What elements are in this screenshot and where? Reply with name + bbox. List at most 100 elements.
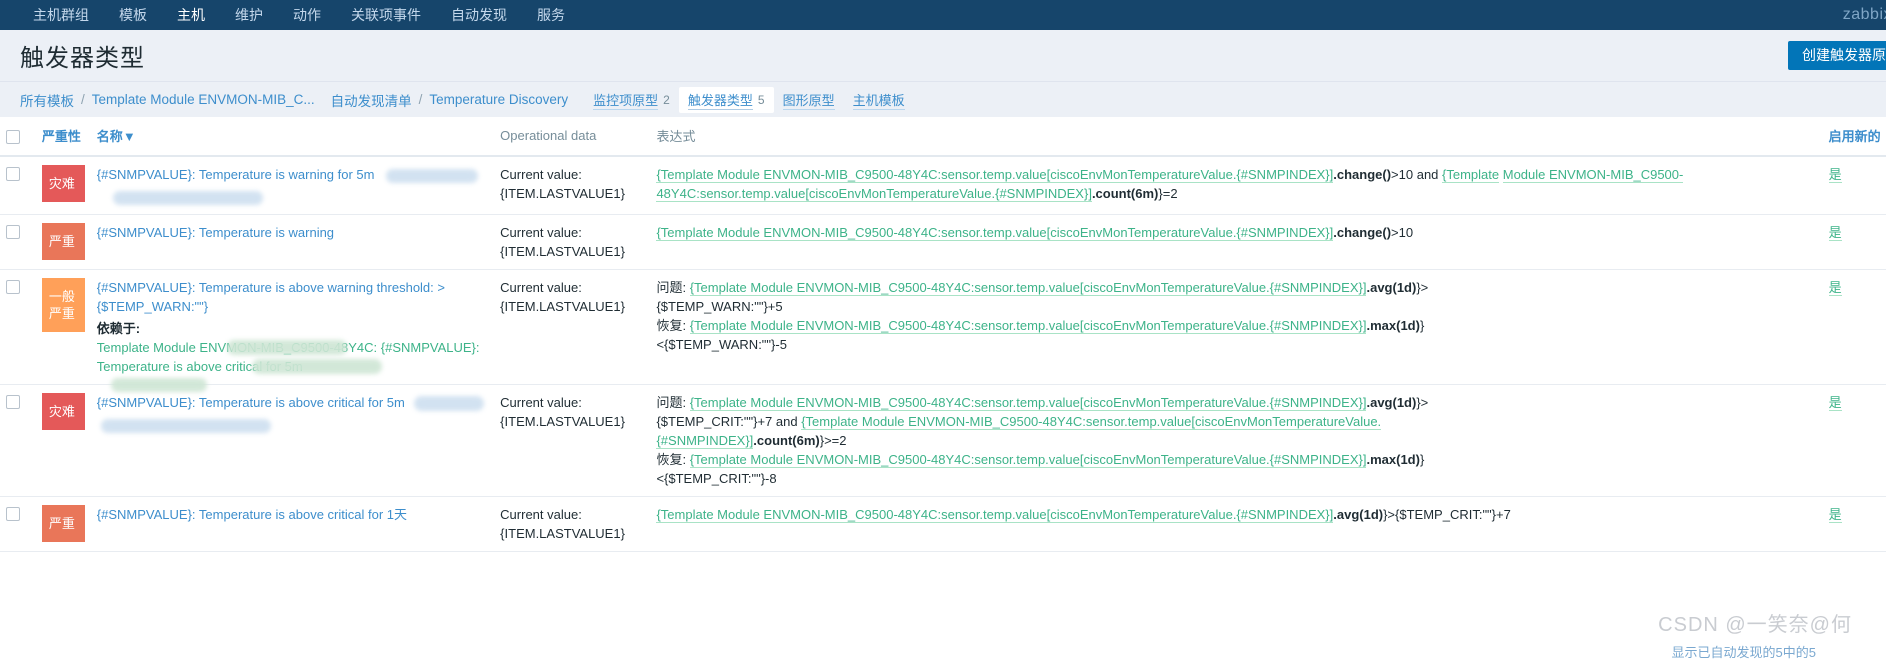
enabled-status-link[interactable]: 是: [1828, 395, 1842, 411]
table-row[interactable]: 严重 {#SNMPVALUE}: Temperature is above cr…: [0, 496, 1886, 552]
tab-host-prototypes[interactable]: 主机模板: [844, 87, 914, 113]
row-severity-cell: 严重: [35, 214, 91, 270]
enabled-status-link[interactable]: 是: [1828, 225, 1842, 241]
row-checkbox[interactable]: [6, 280, 20, 294]
expression-link[interactable]: {Template Module ENVMON-MIB_C9500-48Y4C:…: [656, 225, 1334, 241]
header-operational-data: Operational data: [494, 117, 651, 157]
expression-link[interactable]: {#SNMPINDEX}]: [656, 433, 754, 449]
expression-link[interactable]: {Template Module ENVMON-MIB_C9500-48Y4C:…: [656, 507, 1334, 523]
row-select-cell: [0, 496, 36, 552]
expression-function: .max(1d): [1366, 452, 1420, 467]
expression-operator: }: [1419, 318, 1425, 333]
sort-arrow-icon: ▼: [122, 129, 136, 144]
select-all-checkbox[interactable]: [6, 129, 20, 144]
table-row[interactable]: 一般严重 {#SNMPVALUE}: Temperature is above …: [0, 269, 1886, 392]
row-expression-cell: {Template Module ENVMON-MIB_C9500-48Y4C:…: [650, 156, 1823, 215]
row-checkbox[interactable]: [6, 225, 20, 239]
expression-function: .avg(1d): [1366, 280, 1417, 295]
header-name[interactable]: 名称▼: [90, 117, 495, 157]
result-count-note: 显示已自动发现的5中的5: [1671, 645, 1816, 660]
enabled-status-link[interactable]: 是: [1828, 167, 1842, 183]
operational-data-line-2: {ITEM.LASTVALUE1}: [500, 299, 625, 314]
enabled-status-link[interactable]: 是: [1828, 280, 1842, 296]
tab-trigger-prototypes[interactable]: 触发器类型 5: [678, 86, 774, 113]
nav-item-host-groups[interactable]: 主机群组: [18, 0, 104, 30]
expression-function: .change(): [1333, 225, 1392, 240]
row-operational-data-cell: Current value: {ITEM.LASTVALUE1}: [494, 496, 651, 552]
breadcrumb-all-templates: 所有模板 / Template Module ENVMON-MIB_C...: [20, 90, 315, 110]
trigger-name-link[interactable]: {#SNMPVALUE}: Temperature is above criti…: [97, 507, 407, 522]
expression-threshold: {$TEMP_WARN:""}+5: [656, 299, 783, 314]
row-checkbox[interactable]: [6, 395, 20, 409]
expression-link[interactable]: {Template Module ENVMON-MIB_C9500-48Y4C:…: [689, 452, 1367, 468]
tab-trigger-prototypes-count: 5: [757, 92, 765, 107]
nav-item-actions[interactable]: 动作: [278, 0, 336, 30]
zabbix-logo: zabbix: [1842, 6, 1886, 23]
row-expression-cell: 问题: {Template Module ENVMON-MIB_C9500-48…: [650, 269, 1823, 385]
expression-link[interactable]: {Template Module ENVMON-MIB_C9500-48Y4C:…: [689, 280, 1367, 296]
row-name-cell: {#SNMPVALUE}: Temperature is warning: [90, 214, 495, 270]
nav-item-services[interactable]: 服务: [522, 0, 580, 30]
expression-operator: >10: [1391, 225, 1414, 240]
trigger-name-link[interactable]: {#SNMPVALUE}: Temperature is above criti…: [97, 395, 405, 410]
expression-link[interactable]: {Template Module ENVMON-MIB_C9500-48Y4C:…: [801, 414, 1382, 430]
expression-function: .count(6m): [1091, 186, 1159, 201]
row-operational-data-cell: Current value: {ITEM.LASTVALUE1}: [494, 156, 651, 215]
breadcrumb-link-discovery-rule[interactable]: Temperature Discovery: [429, 92, 568, 107]
expression-problem-label: 问题:: [656, 280, 690, 295]
expression-function: .max(1d): [1366, 318, 1420, 333]
status-badge: 严重: [41, 505, 85, 542]
nav-item-maintenance[interactable]: 维护: [220, 0, 278, 30]
breadcrumb-link-all-templates[interactable]: 所有模板: [20, 90, 74, 110]
expression-link[interactable]: {Template Module ENVMON-MIB_C9500-48Y4C:…: [656, 167, 1334, 183]
row-operational-data-cell: Current value: {ITEM.LASTVALUE1}: [494, 384, 651, 497]
row-checkbox[interactable]: [6, 167, 20, 181]
expression-threshold: <{$TEMP_WARN:""}-5: [656, 337, 787, 352]
status-badge: 严重: [41, 223, 85, 260]
breadcrumb-separator-1: /: [81, 92, 85, 107]
row-enabled-cell: 是: [1822, 496, 1886, 552]
nav-item-hosts[interactable]: 主机: [162, 0, 220, 30]
breadcrumb: 所有模板 / Template Module ENVMON-MIB_C... 自…: [0, 82, 1886, 117]
expression-link[interactable]: {Template Module ENVMON-MIB_C9500-48Y4C:…: [689, 395, 1367, 411]
trigger-name-link[interactable]: {#SNMPVALUE}: Temperature is warning: [97, 225, 334, 240]
expression-function: .count(6m): [753, 433, 820, 448]
tab-item-prototypes[interactable]: 监控项原型 2: [584, 87, 679, 113]
row-operational-data-cell: Current value: {ITEM.LASTVALUE1}: [494, 269, 651, 385]
nav-item-templates[interactable]: 模板: [104, 0, 162, 30]
header-severity[interactable]: 严重性: [35, 117, 91, 157]
expression-operator: >10 and: [1391, 167, 1443, 182]
tab-graph-prototypes-label: 图形原型: [782, 90, 835, 110]
trigger-prototype-table-wrapper: 严重性 名称▼ Operational data 表达式 启用新的 标 灾难 {…: [0, 117, 1886, 552]
row-expression-cell: {Template Module ENVMON-MIB_C9500-48Y4C:…: [650, 214, 1823, 270]
tab-graph-prototypes[interactable]: 图形原型: [774, 87, 844, 113]
operational-data-line-2: {ITEM.LASTVALUE1}: [500, 244, 625, 259]
redacted-blob: [110, 378, 207, 392]
table-row[interactable]: 灾难 {#SNMPVALUE}: Temperature is warning …: [0, 156, 1886, 215]
row-select-cell: [0, 156, 36, 215]
breadcrumb-link-discovery-list[interactable]: 自动发现清单: [331, 90, 412, 110]
row-enabled-cell: 是: [1822, 384, 1886, 497]
trigger-name-link[interactable]: {#SNMPVALUE}: Temperature is above warni…: [97, 280, 445, 314]
nav-item-discovery[interactable]: 自动发现: [436, 0, 522, 30]
nav-item-correlation-events[interactable]: 关联项事件: [336, 0, 436, 30]
trigger-prototype-table: 严重性 名称▼ Operational data 表达式 启用新的 标 灾难 {…: [0, 117, 1886, 552]
table-row[interactable]: 严重 {#SNMPVALUE}: Temperature is warning …: [0, 214, 1886, 270]
row-severity-cell: 灾难: [35, 384, 91, 497]
trigger-name-link[interactable]: {#SNMPVALUE}: Temperature is warning for…: [97, 167, 375, 182]
table-row[interactable]: 灾难 {#SNMPVALUE}: Temperature is above cr…: [0, 384, 1886, 497]
row-name-cell: {#SNMPVALUE}: Temperature is above criti…: [90, 496, 495, 552]
row-name-cell: {#SNMPVALUE}: Temperature is above warni…: [90, 269, 495, 392]
create-trigger-prototype-button[interactable]: 创建触发器原型: [1788, 41, 1886, 70]
status-badge: 一般严重: [41, 278, 85, 332]
expression-link[interactable]: {Template: [1442, 167, 1500, 183]
header-enabled[interactable]: 启用新的 标: [1822, 117, 1886, 157]
breadcrumb-link-template[interactable]: Template Module ENVMON-MIB_C...: [92, 92, 315, 107]
select-all-header: [0, 117, 36, 157]
enabled-status-link[interactable]: 是: [1828, 507, 1842, 523]
dependency-title: 依赖于:: [96, 321, 141, 336]
expression-link[interactable]: {Template Module ENVMON-MIB_C9500-48Y4C:…: [689, 318, 1367, 334]
row-checkbox[interactable]: [6, 507, 20, 521]
operational-data-line-1: Current value:: [500, 395, 582, 410]
row-expression-cell: {Template Module ENVMON-MIB_C9500-48Y4C:…: [650, 496, 1823, 552]
